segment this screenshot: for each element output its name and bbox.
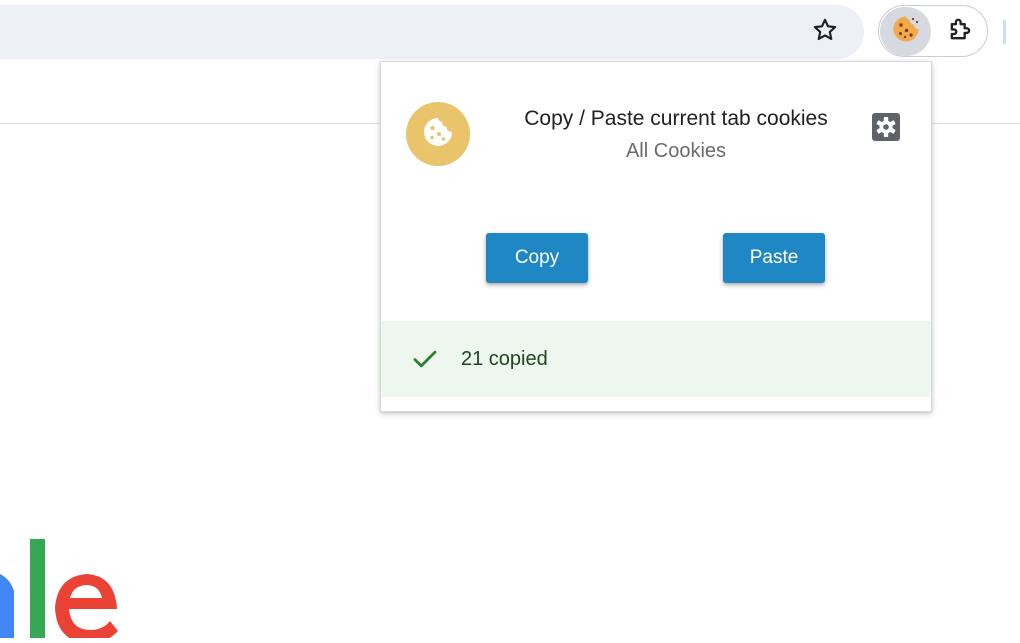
popup-subtitle: All Cookies <box>625 140 727 162</box>
extension-logo <box>406 102 470 166</box>
profile-button-edge[interactable] <box>1003 20 1006 44</box>
settings-button[interactable] <box>868 111 904 147</box>
cookie-icon <box>421 115 455 154</box>
address-bar[interactable] <box>0 5 864 59</box>
cookie-extension-button[interactable] <box>880 7 931 56</box>
star-outline-icon <box>812 17 838 48</box>
cookie-extension-popup: Copy / Paste current tab cookies All Coo… <box>380 61 932 412</box>
puzzle-piece-icon <box>946 16 974 49</box>
status-alert: 21 copied <box>381 321 931 397</box>
status-message: 21 copied <box>461 347 548 370</box>
bookmark-star-button[interactable] <box>806 14 844 50</box>
google-logo <box>0 530 130 643</box>
cookie-icon <box>891 14 921 49</box>
extensions-menu-button[interactable] <box>938 12 982 52</box>
gear-icon <box>871 112 901 147</box>
copy-button[interactable]: Copy <box>486 233 588 283</box>
paste-button[interactable]: Paste <box>723 233 825 283</box>
popup-title: Copy / Paste current tab cookies <box>524 107 828 130</box>
check-icon <box>409 343 441 375</box>
